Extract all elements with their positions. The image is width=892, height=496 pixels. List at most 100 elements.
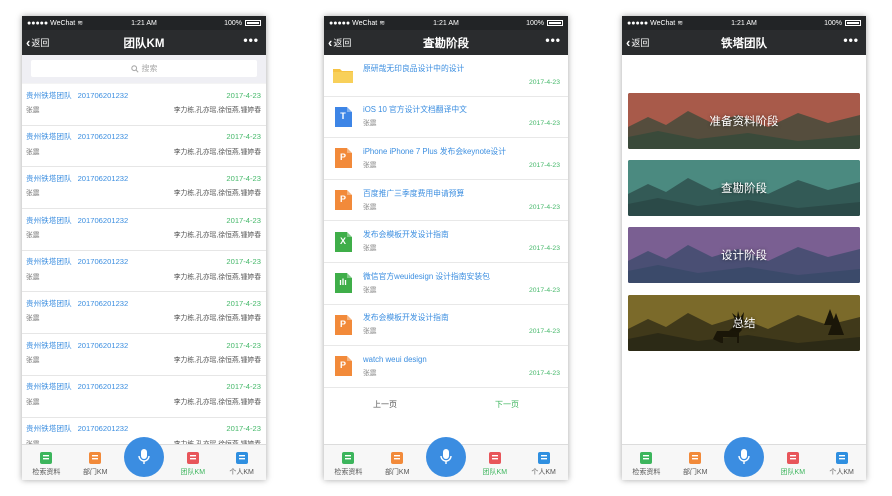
file-text: 发布会模板开发设计指南 张震 2017-4-23 bbox=[363, 311, 560, 338]
chevron-left-icon: ‹ bbox=[328, 35, 333, 50]
file-text: watch weui design 张震 2017-4-23 bbox=[363, 353, 560, 380]
file-type-glyph: X bbox=[339, 235, 346, 246]
item-members: 李力栋,孔亦瑶,徐恒燕,锺婷春 bbox=[173, 148, 261, 156]
list-item[interactable]: 贵州铁塔团队 201706201232 2017-4-23 张震 李力栋,孔亦瑶,徐恒燕… bbox=[22, 292, 266, 335]
tab-team[interactable]: 团队KM bbox=[768, 445, 817, 480]
file-name: 发布会模板开发设计指南 bbox=[363, 230, 449, 240]
file-text: 发布会模板开发设计指南 张震 2017-4-23 bbox=[363, 228, 560, 255]
microphone-icon bbox=[440, 449, 452, 464]
tab-department[interactable]: 部门KM bbox=[71, 445, 120, 480]
ppt-file-icon: P bbox=[332, 189, 354, 211]
stage-card[interactable]: 准备资料阶段 bbox=[628, 93, 860, 149]
tab-label: 检索资料 bbox=[632, 469, 661, 476]
list-item-footer: 张震 李力栋,孔亦瑶,徐恒燕,锺婷春 bbox=[26, 269, 261, 283]
file-owner: 张震 bbox=[363, 369, 377, 377]
tab-team[interactable]: 团队KM bbox=[470, 445, 519, 480]
search-bar: 搜索 bbox=[22, 55, 266, 83]
battery-icon bbox=[845, 20, 861, 26]
file-name: 发布会模板开发设计指南 bbox=[363, 313, 449, 323]
voice-button[interactable] bbox=[723, 437, 764, 477]
tab-search-doc[interactable]: 检索资料 bbox=[22, 445, 71, 480]
tab-department[interactable]: 部门KM bbox=[373, 445, 422, 480]
status-time: 1:21 AM bbox=[731, 19, 757, 27]
file-text: 微信官方weuidesign 设计指南安装包 张震 2017-4-23 bbox=[363, 270, 560, 297]
file-item[interactable]: P 百度推广三季度费用申请预算 张震 2017-4-23 bbox=[324, 180, 568, 222]
tab-team[interactable]: 团队KM bbox=[168, 445, 217, 480]
back-button[interactable]: ‹ 返回 bbox=[26, 30, 49, 55]
more-button[interactable]: ••• bbox=[243, 33, 259, 47]
list-item[interactable]: 贵州铁塔团队 201706201232 2017-4-23 张震 李力栋,孔亦瑶,徐恒燕… bbox=[22, 251, 266, 293]
tab-label: 部门KM bbox=[82, 469, 108, 476]
item-owner: 张震 bbox=[26, 357, 40, 365]
tab-personal[interactable]: 个人KM bbox=[519, 445, 568, 480]
stage-card[interactable]: 设计阶段 bbox=[628, 227, 860, 283]
carrier-label: ●●●●● WeChat bbox=[627, 19, 676, 27]
list-item[interactable]: 贵州铁塔团队 201706201232 2017-4-23 张震 李力栋,孔亦瑶,徐恒燕… bbox=[22, 167, 266, 210]
search-doc-icon bbox=[39, 451, 53, 465]
voice-button[interactable] bbox=[123, 437, 164, 477]
file-item[interactable]: PiPhone iPhone 7 Plus 发布会keynote设计 张震 2017… bbox=[324, 138, 568, 180]
tab-department[interactable]: 部门KM bbox=[671, 445, 720, 480]
file-meta: 2017-4-23 bbox=[363, 77, 560, 89]
file-item[interactable]: TiOS 10 官方设计文档翻译中文 张震 2017-4-23 bbox=[324, 97, 568, 139]
battery-label: 100% bbox=[526, 19, 544, 27]
list-item[interactable]: 贵州铁塔团队 201706201232 2017-4-23 张震 李力栋,孔亦瑶,徐恒燕… bbox=[22, 126, 266, 168]
more-button[interactable]: ••• bbox=[843, 33, 859, 47]
wifi-icon: ≋ bbox=[677, 20, 684, 27]
more-button[interactable]: ••• bbox=[545, 33, 561, 47]
tab-label: 个人KM bbox=[829, 469, 854, 476]
list-item[interactable]: 贵州铁塔团队 201706201232 2017-4-23 张震 李力栋,孔亦瑶,徐恒燕… bbox=[22, 84, 266, 126]
file-date: 2017-4-23 bbox=[529, 161, 560, 169]
search-icon bbox=[130, 64, 139, 73]
back-label: 返回 bbox=[333, 38, 352, 48]
tab-personal[interactable]: 个人KM bbox=[217, 445, 266, 480]
back-button[interactable]: ‹ 返回 bbox=[328, 30, 351, 55]
search-doc-icon bbox=[341, 451, 355, 465]
back-button[interactable]: ‹ 返回 bbox=[626, 30, 649, 55]
status-time: 1:21 AM bbox=[131, 19, 157, 27]
file-text: 原研哉无印良品设计中的设计 2017-4-23 bbox=[363, 62, 560, 89]
file-type-glyph: P bbox=[339, 152, 346, 163]
search-doc-icon bbox=[639, 451, 653, 465]
tab-bar: 检索资料 部门KM 团队KM 个人KM bbox=[22, 437, 266, 480]
list-item[interactable]: 贵州铁塔团队 201706201232 2017-4-23 张震 李力栋,孔亦瑶,徐恒燕… bbox=[22, 334, 266, 376]
list-item[interactable]: 贵州铁塔团队 201706201232 2017-4-23 张震 李力栋,孔亦瑶,徐恒燕… bbox=[22, 209, 266, 251]
stage-list: 准备资料阶段查勘阶段设计阶段总结 bbox=[622, 55, 866, 444]
tab-search-doc[interactable]: 检索资料 bbox=[324, 445, 373, 480]
personal-icon bbox=[537, 451, 551, 465]
list-item-header: 贵州铁塔团队 201706201232 2017-4-23 bbox=[26, 171, 261, 185]
file-item[interactable]: Pwatch weui design 张震 2017-4-23 bbox=[324, 346, 568, 388]
tab-label: 检索资料 bbox=[32, 469, 61, 476]
microphone-icon bbox=[738, 449, 750, 464]
tab-label: 部门KM bbox=[682, 469, 708, 476]
tab-label: 个人KM bbox=[229, 469, 254, 476]
file-item[interactable]: X 发布会模板开发设计指南 张震 2017-4-23 bbox=[324, 221, 568, 263]
next-page-button[interactable]: 下一页 bbox=[446, 399, 568, 410]
phone-survey-stage: ●●●●● WeChat ≋ 1:21 AM 100% ‹ 返回 查勘阶段 ••• … bbox=[324, 16, 568, 480]
page-title: 铁塔团队 bbox=[721, 37, 767, 50]
file-meta: 张震 2017-4-23 bbox=[363, 202, 560, 214]
list-item-header: 贵州铁塔团队 201706201232 2017-4-23 bbox=[26, 213, 261, 227]
item-date: 2017-4-23 bbox=[226, 173, 261, 183]
team-name: 贵州铁塔团队 bbox=[26, 173, 72, 183]
tab-personal[interactable]: 个人KM bbox=[817, 445, 866, 480]
stage-card[interactable]: 查勘阶段 bbox=[628, 160, 860, 216]
prev-page-button[interactable]: 上一页 bbox=[324, 399, 446, 410]
team-name: 贵州铁塔团队 bbox=[26, 382, 72, 392]
search-input[interactable]: 搜索 bbox=[31, 60, 257, 77]
list-item-header: 贵州铁塔团队 201706201232 2017-4-23 bbox=[26, 255, 261, 269]
file-item[interactable]: P 发布会模板开发设计指南 张震 2017-4-23 bbox=[324, 305, 568, 347]
stage-label: 准备资料阶段 bbox=[709, 116, 779, 128]
file-item[interactable]: ılı 微信官方weuidesign 设计指南安装包 张震 2017-4-23 bbox=[324, 263, 568, 305]
department-icon bbox=[390, 451, 404, 465]
chevron-left-icon: ‹ bbox=[626, 35, 631, 50]
tab-search-doc[interactable]: 检索资料 bbox=[622, 445, 671, 480]
file-item[interactable]: 原研哉无印良品设计中的设计 2017-4-23 bbox=[324, 55, 568, 97]
list-item[interactable]: 贵州铁塔团队 201706201232 2017-4-23 张震 李力栋,孔亦瑶,徐恒燕… bbox=[22, 376, 266, 418]
list-item-footer: 张震 李力栋,孔亦瑶,徐恒燕,锺婷春 bbox=[26, 102, 261, 116]
item-owner: 张震 bbox=[26, 148, 40, 156]
file-list: 原研哉无印良品设计中的设计 2017-4-23 TiOS 10 官方设计文档翻译中文… bbox=[324, 55, 568, 444]
item-date: 2017-4-23 bbox=[226, 340, 261, 350]
voice-button[interactable] bbox=[425, 437, 466, 477]
stage-card[interactable]: 总结 bbox=[628, 295, 860, 351]
